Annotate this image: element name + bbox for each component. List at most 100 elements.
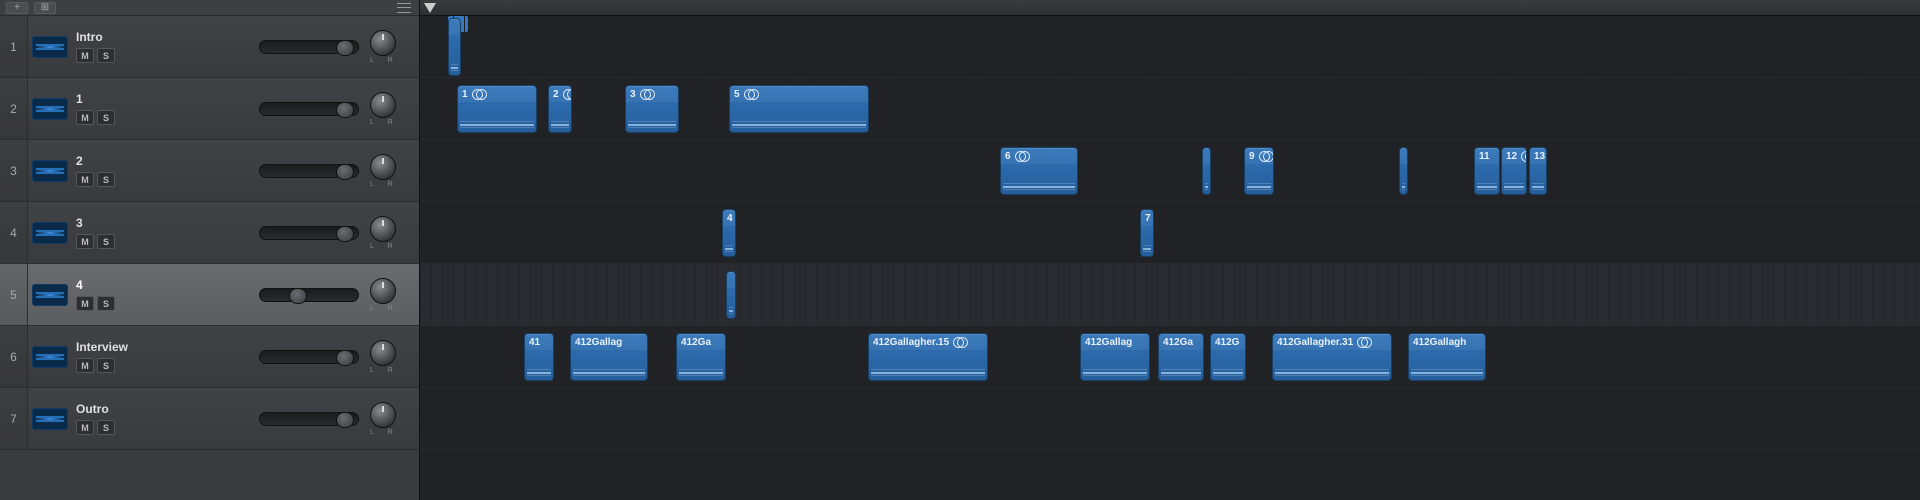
pan-knob[interactable] [370,216,396,242]
volume-slider[interactable] [259,226,359,240]
track-name-label[interactable]: 3 [76,216,255,230]
region-header: 13 [1530,148,1546,164]
track-header-1[interactable]: 1IntroMSL R [0,16,419,78]
audio-region[interactable]: 412Ga [676,333,726,381]
audio-region[interactable]: 412Gallagher.15 [868,333,988,381]
solo-button[interactable]: S [97,234,115,249]
track-thumbnail [28,388,72,449]
solo-button[interactable]: S [97,172,115,187]
track-name-label[interactable]: Interview [76,340,255,354]
pan-label: L R [370,243,399,250]
track-header-3[interactable]: 32MSL R [0,140,419,202]
audio-region[interactable]: 412G [1210,333,1246,381]
region-header: 4 [723,210,735,226]
mute-button[interactable]: M [76,48,94,63]
waveform-icon [451,67,458,69]
audio-region[interactable]: 41 [524,333,554,381]
region-label: 6 [1005,151,1011,162]
mute-button[interactable]: M [76,234,94,249]
audio-region[interactable]: 3 [625,85,679,133]
mute-button[interactable]: M [76,296,94,311]
mute-button[interactable]: M [76,420,94,435]
timeline-ruler[interactable] [420,0,1920,16]
solo-button[interactable]: S [97,420,115,435]
volume-slider[interactable] [259,40,359,54]
arrange-lane-3[interactable]: 6 9 111213 [420,140,1920,202]
audio-region[interactable]: 12 [1501,147,1527,195]
audio-region[interactable]: 412Gallag [1080,333,1150,381]
track-controls: L R [259,78,419,139]
audio-region[interactable]: 1 [457,85,537,133]
track-name-label[interactable]: 4 [76,278,255,292]
track-menu-icon[interactable] [395,2,413,14]
mute-button[interactable]: M [76,358,94,373]
track-header-2[interactable]: 21MSL R [0,78,419,140]
volume-slider[interactable] [259,412,359,426]
track-header-7[interactable]: 7OutroMSL R [0,388,419,450]
waveform-icon [871,372,985,374]
stereo-icon [472,89,486,99]
pan-knob[interactable] [370,92,396,118]
audio-region[interactable]: 412Ga [1158,333,1204,381]
pan-knob[interactable] [370,154,396,180]
audio-region[interactable]: 4 [722,209,736,257]
pan-knob[interactable] [370,30,396,56]
pan-knob[interactable] [370,402,396,428]
mute-button[interactable]: M [76,110,94,125]
add-track-button[interactable]: + [6,2,28,14]
track-name-label[interactable]: 2 [76,154,255,168]
solo-button[interactable]: S [97,296,115,311]
audio-region[interactable]: 9 [1244,147,1274,195]
track-header-4[interactable]: 43MSL R [0,202,419,264]
arrange-lane-4[interactable]: 47 [420,202,1920,264]
audio-region[interactable]: 412Gallagh [1408,333,1486,381]
audio-region[interactable]: 412Gallag [570,333,648,381]
volume-slider[interactable] [259,164,359,178]
arrange-lane-6[interactable]: 41412Gallag412Ga412Gallagher.15412Gallag… [420,326,1920,388]
track-info: Outro MS [72,388,259,449]
volume-slider[interactable] [259,288,359,302]
waveform-icon [729,310,733,312]
track-controls: L R [259,264,419,325]
pan-knob[interactable] [370,278,396,304]
volume-slider[interactable] [259,102,359,116]
audio-region[interactable] [1399,147,1408,195]
waveform-icon [32,408,68,430]
region-header: 5 [730,86,868,102]
arrange-area[interactable]: 1235691112134741412Gallag412Ga412Gallagh… [420,0,1920,500]
stereo-icon [563,89,572,99]
volume-slider[interactable] [259,350,359,364]
audio-region[interactable]: 7 [1140,209,1154,257]
audio-region[interactable] [448,18,461,76]
solo-button[interactable]: S [97,358,115,373]
track-header-6[interactable]: 6InterviewMSL R [0,326,419,388]
playhead-icon[interactable] [424,3,436,13]
solo-button[interactable]: S [97,48,115,63]
arrange-lane-1[interactable] [420,16,1920,78]
audio-region[interactable]: 5 [729,85,869,133]
waveform-icon [527,372,551,374]
pan-knob[interactable] [370,340,396,366]
audio-region[interactable] [726,271,736,319]
duplicate-track-button[interactable]: ⊞ [34,2,56,14]
track-header-panel: + ⊞ 1IntroMSL R21MSL R32MSL R43MSL R54MS… [0,0,420,500]
region-label: 1 [462,89,468,100]
arrange-lane-5[interactable] [420,264,1920,326]
waveform-icon [1213,372,1243,374]
arrange-lane-2[interactable]: 1 2 3 5 [420,78,1920,140]
solo-button[interactable]: S [97,110,115,125]
audio-region[interactable] [1202,147,1211,195]
audio-region[interactable]: 11 [1474,147,1500,195]
audio-region[interactable]: 6 [1000,147,1078,195]
arrange-lane-7[interactable] [420,388,1920,450]
mute-button[interactable]: M [76,172,94,187]
audio-region[interactable]: 412Gallagher.31 [1272,333,1392,381]
track-name-label[interactable]: 1 [76,92,255,106]
audio-region[interactable]: 13 [1529,147,1547,195]
track-toolbar: + ⊞ [0,0,419,16]
track-name-label[interactable]: Outro [76,402,255,416]
track-name-label[interactable]: Intro [76,30,255,44]
track-header-5[interactable]: 54MSL R [0,264,419,326]
audio-region[interactable]: 2 [548,85,572,133]
region-header: 12 [1502,148,1526,164]
